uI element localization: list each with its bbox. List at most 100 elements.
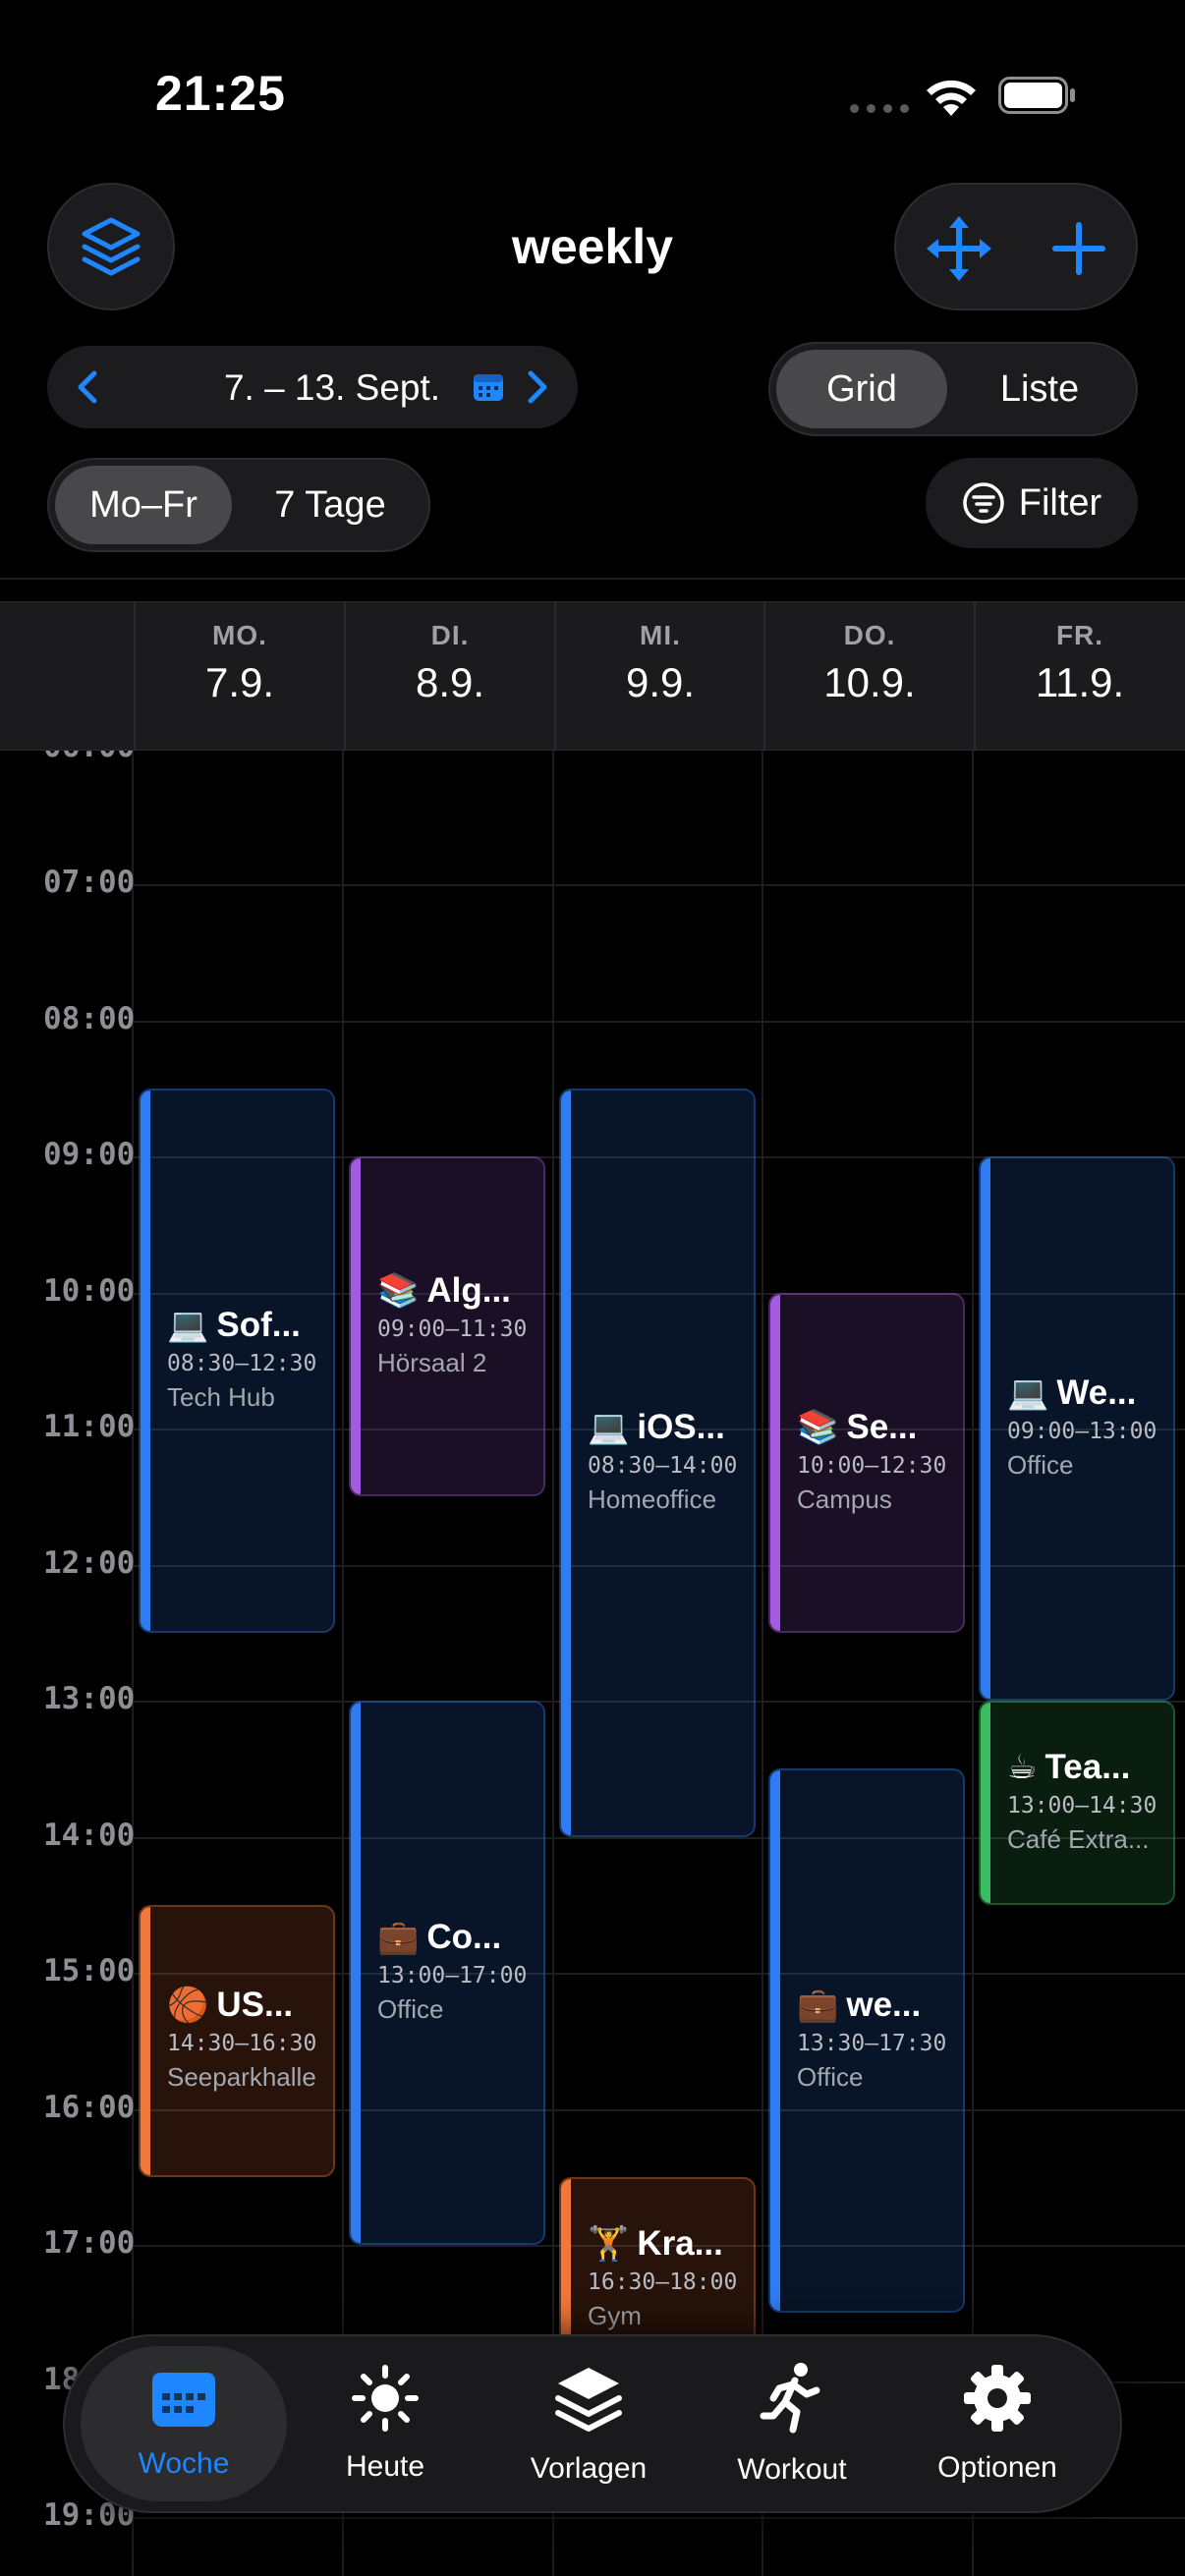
day-name: MI. bbox=[640, 620, 681, 650]
tab-bar: Woche Heute Vorlagen Workout Optionen bbox=[63, 2334, 1122, 2513]
event-title: 📚 Alg... bbox=[377, 1271, 536, 1311]
tab-woche[interactable]: Woche bbox=[81, 2346, 287, 2501]
seven-days-option[interactable]: 7 Tage bbox=[238, 466, 423, 544]
filter-button[interactable]: Filter bbox=[926, 458, 1138, 548]
day-column-header[interactable]: DO. 10.9. bbox=[763, 602, 974, 750]
event-emoji-icon: ☕ bbox=[1007, 1748, 1038, 1786]
event-color-bar bbox=[770, 1294, 780, 1631]
list-option[interactable]: Liste bbox=[953, 350, 1126, 428]
event-title-text: We... bbox=[1056, 1373, 1137, 1413]
divider bbox=[0, 578, 1185, 580]
day-date: 7.9. bbox=[204, 659, 275, 705]
event-time: 08:30–12:30 bbox=[167, 1350, 317, 1376]
grid-option[interactable]: Grid bbox=[776, 350, 947, 428]
event-card[interactable]: ☕ Tea... 13:00–14:30 Café Extra... bbox=[979, 1701, 1175, 1905]
event-color-bar bbox=[351, 1158, 361, 1495]
chevron-right-icon[interactable] bbox=[517, 367, 556, 407]
add-event-button[interactable] bbox=[1040, 209, 1118, 288]
event-location: Hörsaal 2 bbox=[377, 1348, 487, 1378]
tab-label: Woche bbox=[138, 2447, 230, 2480]
hour-label: 15:00 bbox=[43, 1953, 136, 1989]
event-color-bar bbox=[351, 1703, 361, 2244]
calendar-icon bbox=[149, 2367, 218, 2437]
event-color-bar bbox=[141, 1906, 150, 2175]
event-color-bar bbox=[770, 1770, 780, 2312]
hour-label: 07:00 bbox=[43, 865, 136, 901]
tab-heute[interactable]: Heute bbox=[297, 2346, 474, 2501]
tab-optionen[interactable]: Optionen bbox=[894, 2346, 1100, 2501]
layers-icon bbox=[552, 2362, 625, 2442]
action-group bbox=[894, 183, 1138, 310]
event-card[interactable]: 💻 iOS... 08:30–14:00 Homeoffice bbox=[559, 1088, 756, 1837]
event-color-bar bbox=[561, 1090, 571, 1835]
event-emoji-icon: 🏀 bbox=[167, 1987, 209, 2025]
event-time: 10:00–12:30 bbox=[797, 1452, 947, 1479]
gear-icon bbox=[962, 2363, 1033, 2441]
tab-vorlagen[interactable]: Vorlagen bbox=[496, 2346, 681, 2501]
event-card[interactable]: 💻 We... 09:00–13:00 Office bbox=[979, 1156, 1175, 1702]
hour-label: 08:00 bbox=[43, 1000, 136, 1036]
event-card[interactable]: 🏀 US... 14:30–16:30 Seeparkhalle bbox=[139, 1904, 335, 2177]
event-card[interactable]: 📚 Alg... 09:00–11:30 Hörsaal 2 bbox=[349, 1156, 545, 1497]
calendar-icon[interactable] bbox=[472, 371, 505, 403]
event-time: 13:00–17:00 bbox=[377, 1963, 528, 1989]
event-title: 💻 We... bbox=[1007, 1373, 1165, 1413]
event-card[interactable]: 💻 Sof... 08:30–12:30 Tech Hub bbox=[139, 1088, 335, 1633]
day-name: FR. bbox=[1055, 620, 1104, 650]
event-location: Office bbox=[377, 1994, 444, 2025]
event-title-text: Co... bbox=[426, 1918, 502, 1957]
hour-label: 17:00 bbox=[43, 2225, 136, 2262]
event-title-text: Se... bbox=[846, 1407, 918, 1446]
weekdays-option[interactable]: Mo–Fr bbox=[55, 466, 232, 544]
event-emoji-icon: 💼 bbox=[377, 1919, 420, 1957]
day-column-header[interactable]: FR. 11.9. bbox=[974, 602, 1184, 750]
hour-line bbox=[134, 2517, 1185, 2520]
status-time: 21:25 bbox=[155, 66, 286, 121]
event-location: Seeparkhalle bbox=[167, 2062, 316, 2093]
tab-workout[interactable]: Workout bbox=[704, 2346, 880, 2501]
week-selector: 7. – 13. Sept. bbox=[47, 346, 578, 428]
plus-icon bbox=[1052, 222, 1105, 275]
event-title: 💼 Co... bbox=[377, 1918, 536, 1957]
event-time: 08:30–14:00 bbox=[588, 1452, 738, 1479]
event-location: Café Extra... bbox=[1007, 1823, 1150, 1854]
event-color-bar bbox=[981, 1703, 990, 1903]
move-button[interactable] bbox=[920, 209, 998, 288]
filter-label: Filter bbox=[1018, 481, 1102, 524]
event-title-text: Tea... bbox=[1044, 1747, 1131, 1786]
event-time: 09:00–13:00 bbox=[1007, 1419, 1157, 1445]
event-card[interactable]: 💼 we... 13:30–17:30 Office bbox=[768, 1768, 965, 2314]
day-date: 8.9. bbox=[415, 659, 485, 705]
event-location: Office bbox=[797, 2062, 864, 2093]
event-time: 14:30–16:30 bbox=[167, 2031, 317, 2057]
hour-label: 10:00 bbox=[43, 1272, 136, 1309]
move-arrows-icon bbox=[927, 216, 991, 281]
view-mode-toggle: Grid Liste bbox=[768, 342, 1138, 436]
day-name: DI. bbox=[430, 620, 470, 650]
day-name: DO. bbox=[843, 620, 896, 650]
event-emoji-icon: 🏋️ bbox=[588, 2224, 630, 2263]
event-title: ☕ Tea... bbox=[1007, 1748, 1165, 1787]
day-column-header[interactable]: MI. 9.9. bbox=[554, 602, 764, 750]
event-emoji-icon: 💼 bbox=[797, 1987, 839, 2025]
hour-label: 11:00 bbox=[43, 1409, 136, 1445]
day-column-header[interactable]: DI. 8.9. bbox=[344, 602, 554, 750]
event-emoji-icon: 💻 bbox=[588, 1408, 630, 1446]
event-title: 📚 Se... bbox=[797, 1408, 955, 1447]
event-card[interactable]: 💼 Co... 13:00–17:00 Office bbox=[349, 1701, 545, 2246]
wifi-icon bbox=[927, 80, 976, 116]
days-range-toggle: Mo–Fr 7 Tage bbox=[47, 458, 430, 552]
day-column-header[interactable]: MO. 7.9. bbox=[134, 602, 344, 750]
event-location: Tech Hub bbox=[167, 1381, 275, 1412]
filter-icon bbox=[963, 482, 1004, 524]
grid-column-line bbox=[972, 601, 974, 2576]
event-time: 13:30–17:30 bbox=[797, 2031, 947, 2057]
event-title: 💼 we... bbox=[797, 1986, 955, 2025]
event-card[interactable]: 📚 Se... 10:00–12:30 Campus bbox=[768, 1292, 965, 1633]
event-time: 16:30–18:00 bbox=[588, 2268, 738, 2295]
event-location: Office bbox=[1007, 1450, 1074, 1481]
tab-label: Heute bbox=[345, 2450, 425, 2483]
day-date: 10.9. bbox=[823, 659, 916, 705]
hour-line bbox=[134, 1020, 1185, 1023]
event-time: 09:00–11:30 bbox=[377, 1316, 528, 1343]
